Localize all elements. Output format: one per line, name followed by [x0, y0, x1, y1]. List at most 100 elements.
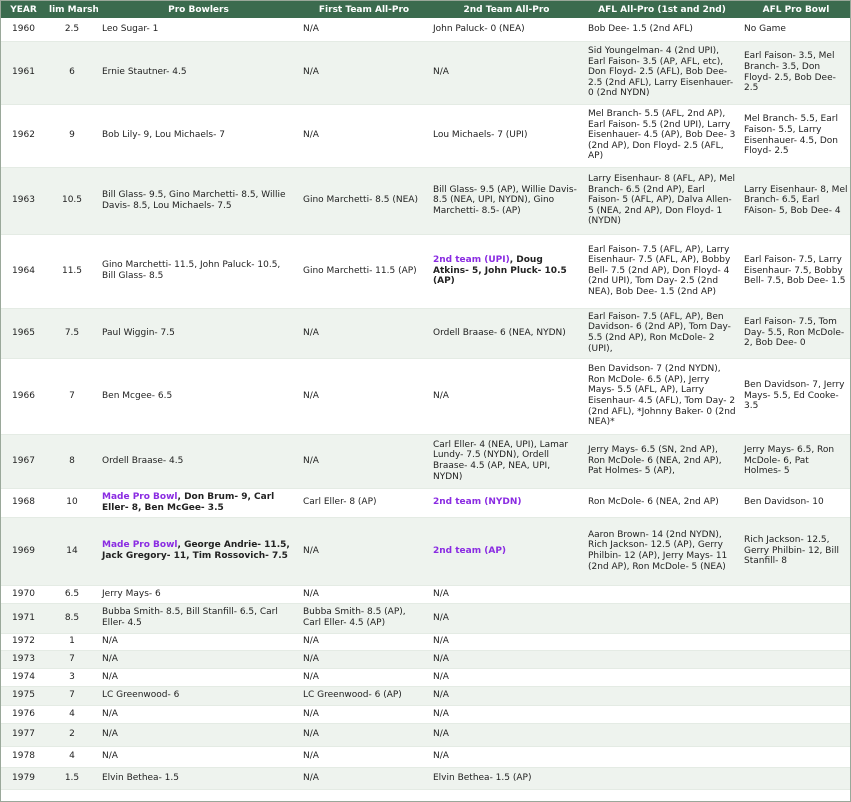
- year-cell: 1967: [1, 434, 46, 489]
- first-team-cell: N/A: [299, 650, 429, 669]
- table-row: 1975 7 LC Greenwood- 6 LC Greenwood- 6 (AP)…: [1, 686, 850, 706]
- made-pro-bowl-link[interactable]: Made Pro Bowl: [102, 540, 178, 550]
- afl-all-pro-cell: Mel Branch- 5.5 (AFL, 2nd AP), Earl Fais…: [584, 104, 740, 168]
- first-team-cell: N/A: [299, 434, 429, 489]
- first-team-cell: N/A: [299, 41, 429, 105]
- second-team-link[interactable]: 2nd team (NYDN): [433, 497, 522, 507]
- year-cell: 1963: [1, 167, 46, 235]
- second-team-cell: N/A: [429, 650, 584, 669]
- sacks-cell: 7: [46, 686, 98, 706]
- pro-bowlers-cell: Ordell Braase- 4.5: [98, 434, 299, 489]
- pro-bowlers-cell: N/A: [98, 705, 299, 724]
- afl-pro-bowl-cell: Ben Davidson- 10: [740, 488, 850, 518]
- pro-bowlers-cell: Gino Marchetti- 11.5, John Paluck- 10.5,…: [98, 234, 299, 309]
- afl-pro-bowl-cell: Earl Faison- 7.5, Larry Eisenhaur- 7.5, …: [740, 234, 850, 309]
- afl-pro-bowl-cell: No Game: [740, 18, 850, 42]
- second-team-cell: N/A: [429, 358, 584, 435]
- second-team-link[interactable]: 2nd team (AP): [433, 546, 506, 556]
- header-year: YEAR: [1, 1, 46, 18]
- afl-all-pro-cell: Earl Faison- 7.5 (AFL, AP), Larry Eisenh…: [584, 234, 740, 309]
- table-row: 1974 3 N/A N/A N/A: [1, 668, 850, 687]
- second-team-cell: Ordell Braase- 6 (NEA, NYDN): [429, 308, 584, 359]
- pro-bowlers-cell: Ben Mcgee- 6.5: [98, 358, 299, 435]
- year-cell: 1970: [1, 585, 46, 604]
- year-cell: 1977: [1, 723, 46, 747]
- header-afl-all-pro: AFL All-Pro (1st and 2nd): [584, 1, 740, 18]
- sacks-cell: 10: [46, 488, 98, 518]
- first-team-cell: N/A: [299, 668, 429, 687]
- afl-pro-bowl-cell: [740, 650, 850, 669]
- header-row: YEAR lim Marshal Pro Bowlers First Team …: [1, 1, 850, 18]
- sacks-cell: 4: [46, 746, 98, 768]
- header-afl-pro-bowl: AFL Pro Bowl: [740, 1, 850, 18]
- sacks-cell: 6.5: [46, 585, 98, 604]
- second-team-link[interactable]: 2nd team (UPI): [433, 255, 510, 265]
- afl-pro-bowl-cell: [740, 746, 850, 768]
- second-team-cell: Bill Glass- 9.5 (AP), Willie Davis- 8.5 …: [429, 167, 584, 235]
- afl-all-pro-cell: [584, 650, 740, 669]
- second-team-cell: John Paluck- 0 (NEA): [429, 18, 584, 42]
- first-team-cell: N/A: [299, 358, 429, 435]
- sacks-cell: 3: [46, 668, 98, 687]
- year-cell: 1960: [1, 18, 46, 42]
- second-team-cell: N/A: [429, 585, 584, 604]
- table-row: 1970 6.5 Jerry Mays- 6 N/A N/A: [1, 585, 850, 604]
- afl-all-pro-cell: [584, 603, 740, 634]
- second-team-cell: N/A: [429, 41, 584, 105]
- afl-pro-bowl-cell: Larry Eisenhaur- 8, Mel Branch- 6.5, Ear…: [740, 167, 850, 235]
- year-cell: 1978: [1, 746, 46, 768]
- first-team-cell: N/A: [299, 633, 429, 651]
- afl-pro-bowl-cell: [740, 767, 850, 790]
- header-second-team-all-pro: 2nd Team All-Pro: [429, 1, 584, 18]
- header-first-team-all-pro: First Team All-Pro: [299, 1, 429, 18]
- second-team-cell: N/A: [429, 633, 584, 651]
- afl-pro-bowl-cell: Ben Davidson- 7, Jerry Mays- 5.5, Ed Coo…: [740, 358, 850, 435]
- table-row: 1960 2.5 Leo Sugar- 1 N/A John Paluck- 0 (NE…: [1, 18, 850, 42]
- pro-bowlers-cell: N/A: [98, 650, 299, 669]
- pro-bowlers-cell: Paul Wiggin- 7.5: [98, 308, 299, 359]
- sacks-cell: 7: [46, 650, 98, 669]
- afl-all-pro-cell: Ben Davidson- 7 (2nd NYDN), Ron McDole- …: [584, 358, 740, 435]
- year-cell: 1972: [1, 633, 46, 651]
- afl-all-pro-cell: [584, 668, 740, 687]
- first-team-cell: N/A: [299, 585, 429, 604]
- afl-all-pro-cell: [584, 705, 740, 724]
- afl-pro-bowl-cell: [740, 603, 850, 634]
- sacks-cell: 1.5: [46, 767, 98, 790]
- afl-pro-bowl-cell: [740, 633, 850, 651]
- afl-pro-bowl-cell: [740, 705, 850, 724]
- made-pro-bowl-link[interactable]: Made Pro Bowl: [102, 492, 178, 502]
- year-cell: 1964: [1, 234, 46, 309]
- second-team-cell: Carl Eller- 4 (NEA, UPI), Lamar Lundy- 7…: [429, 434, 584, 489]
- year-cell: 1973: [1, 650, 46, 669]
- year-cell: 1974: [1, 668, 46, 687]
- year-cell: 1975: [1, 686, 46, 706]
- pro-bowlers-cell: Ernie Stautner- 4.5: [98, 41, 299, 105]
- pro-bowlers-cell: N/A: [98, 633, 299, 651]
- second-team-cell: N/A: [429, 723, 584, 747]
- table-row: 1979 1.5 Elvin Bethea- 1.5 N/A Elvin Bethea-…: [1, 767, 850, 790]
- pro-bowlers-cell: Leo Sugar- 1: [98, 18, 299, 42]
- afl-all-pro-cell: [584, 723, 740, 747]
- second-team-cell: Lou Michaels- 7 (UPI): [429, 104, 584, 168]
- afl-pro-bowl-cell: [740, 723, 850, 747]
- afl-pro-bowl-cell: [740, 686, 850, 706]
- sacks-cell: 14: [46, 517, 98, 586]
- table-row: 1976 4 N/A N/A N/A: [1, 705, 850, 724]
- year-cell: 1962: [1, 104, 46, 168]
- afl-all-pro-cell: Jerry Mays- 6.5 (SN, 2nd AP), Ron McDole…: [584, 434, 740, 489]
- pro-bowlers-cell: Bubba Smith- 8.5, Bill Stanfill- 6.5, Ca…: [98, 603, 299, 634]
- first-team-cell: Gino Marchetti- 11.5 (AP): [299, 234, 429, 309]
- afl-all-pro-cell: Aaron Brown- 14 (2nd NYDN), Rich Jackson…: [584, 517, 740, 586]
- sacks-cell: 8: [46, 434, 98, 489]
- sacks-cell: 2.5: [46, 18, 98, 42]
- afl-pro-bowl-cell: [740, 668, 850, 687]
- second-team-cell: N/A: [429, 686, 584, 706]
- table-row: 1977 2 N/A N/A N/A: [1, 723, 850, 747]
- sacks-cell: 2: [46, 723, 98, 747]
- afl-pro-bowl-cell: Earl Faison- 3.5, Mel Branch- 3.5, Don F…: [740, 41, 850, 105]
- sacks-cell: 7.5: [46, 308, 98, 359]
- table-row: 1964 11.5 Gino Marchetti- 11.5, John Paluc…: [1, 234, 850, 309]
- year-cell: 1971: [1, 603, 46, 634]
- second-team-cell: N/A: [429, 746, 584, 768]
